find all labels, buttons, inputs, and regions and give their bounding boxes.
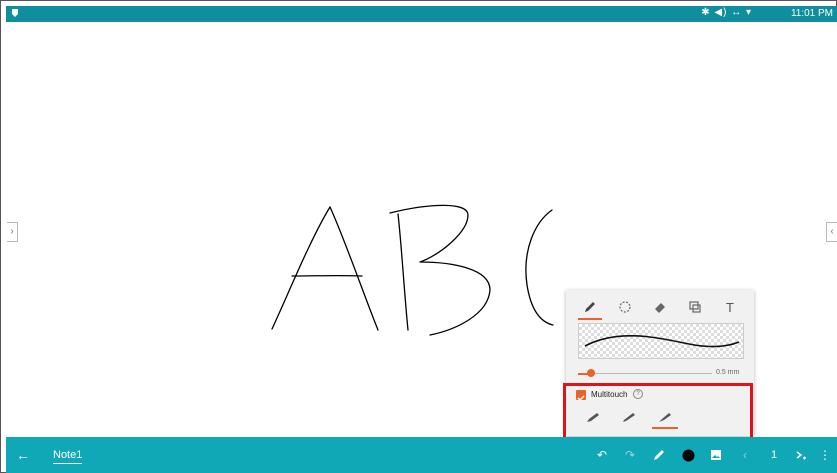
color-swatch-icon bbox=[682, 449, 694, 461]
shape-tool[interactable] bbox=[683, 296, 707, 318]
eraser-tool[interactable] bbox=[648, 296, 672, 318]
pen-button[interactable] bbox=[651, 447, 667, 463]
undo-button[interactable]: ↶ bbox=[594, 447, 610, 463]
pen-icon bbox=[654, 450, 664, 460]
clock: 11:01 PM bbox=[790, 8, 833, 19]
back-button[interactable]: ← bbox=[16, 447, 30, 463]
bottom-toolbar: ← Note1 ↶ ↷ ‹ 1 ⋮ bbox=[6, 437, 837, 473]
lasso-icon bbox=[619, 301, 631, 313]
stroke-preview bbox=[578, 323, 744, 359]
text-tool[interactable]: T bbox=[718, 296, 742, 318]
eraser-icon bbox=[655, 303, 665, 313]
color-button[interactable] bbox=[680, 447, 696, 463]
lasso-tool[interactable] bbox=[613, 296, 637, 318]
stroke-size-slider[interactable] bbox=[578, 369, 712, 379]
note-title[interactable]: Note1 bbox=[53, 449, 83, 464]
redo-button[interactable]: ↷ bbox=[622, 447, 638, 463]
right-panel-toggle[interactable]: ‹ bbox=[826, 222, 837, 242]
insert-image-button[interactable] bbox=[708, 447, 724, 463]
next-page-icon bbox=[796, 451, 806, 460]
shape-icon bbox=[689, 301, 701, 313]
stroke-size-label: 0.5 mm bbox=[716, 369, 740, 376]
next-page-button[interactable] bbox=[793, 447, 809, 463]
status-bar: ✱ ◀) ↔ ▾ 11:01 PM bbox=[6, 6, 837, 22]
image-icon bbox=[711, 450, 721, 460]
previous-page-button[interactable]: ‹ bbox=[737, 447, 753, 463]
more-menu-button[interactable]: ⋮ bbox=[817, 447, 833, 463]
slider-thumb[interactable] bbox=[587, 369, 596, 377]
status-icons: ✱ ◀) ↔ ▾ bbox=[701, 7, 752, 18]
text-tool-icon: T bbox=[726, 299, 734, 315]
multitouch-highlight bbox=[563, 383, 753, 440]
left-panel-toggle[interactable]: › bbox=[7, 222, 18, 242]
pen-tool[interactable] bbox=[578, 296, 602, 320]
pen-icon bbox=[585, 302, 595, 312]
page-number: 1 bbox=[771, 449, 778, 461]
tool-selector: T bbox=[566, 296, 754, 320]
notification-icon bbox=[12, 9, 18, 17]
